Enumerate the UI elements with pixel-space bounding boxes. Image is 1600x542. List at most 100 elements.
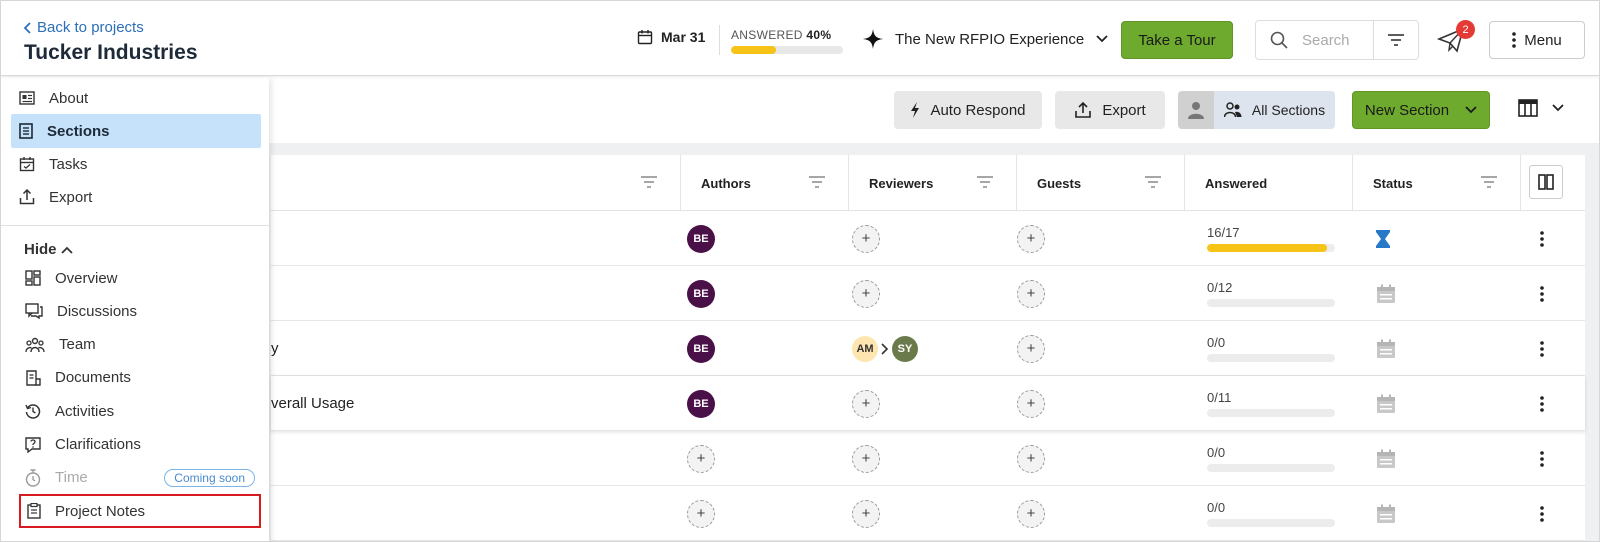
auto-respond-button[interactable]: Auto Respond	[894, 91, 1042, 129]
filter-icon[interactable]	[1144, 175, 1162, 189]
in-progress-icon[interactable]	[1376, 229, 1390, 248]
avatar[interactable]: BE	[687, 224, 715, 253]
sidebar-item-tasks[interactable]: Tasks	[11, 147, 261, 181]
answered-progress-bar	[1207, 299, 1335, 307]
sidebar-item-clarifications[interactable]: Clarifications	[19, 428, 261, 462]
sidebar-item-label: Activities	[55, 402, 115, 420]
section-name[interactable]: y	[271, 321, 671, 376]
add-reviewer-button[interactable]: +	[852, 279, 880, 308]
add-guest-button[interactable]: +	[1017, 334, 1045, 363]
add-reviewer-button[interactable]: +	[852, 389, 880, 418]
sidebar-item-activities[interactable]: Activities	[19, 394, 261, 428]
project-title: Tucker Industries	[24, 41, 198, 64]
row-actions-button[interactable]	[1540, 321, 1544, 376]
add-reviewer-button[interactable]: +	[852, 499, 880, 528]
table-row[interactable]: + + +0/0	[271, 431, 1585, 486]
search-input[interactable]: Search	[1255, 20, 1373, 60]
table-row[interactable]: + + +0/0	[271, 486, 1585, 541]
hide-toggle[interactable]: Hide	[24, 241, 73, 258]
add-guest-button[interactable]: +	[1017, 224, 1045, 253]
row-actions-button[interactable]	[1540, 376, 1544, 431]
hide-label: Hide	[24, 241, 57, 258]
sidebar-item-sections[interactable]: Sections	[11, 114, 261, 148]
table-row[interactable]: BE + +0/12	[271, 266, 1585, 321]
table-row[interactable]: BE + +16/17	[257, 211, 1585, 266]
chevron-down-icon	[1465, 106, 1477, 114]
calendar-icon[interactable]	[1376, 284, 1396, 304]
kebab-icon	[1540, 395, 1544, 412]
section-name[interactable]	[271, 266, 671, 321]
add-guest-button[interactable]: +	[1017, 389, 1045, 418]
chevron-down-icon	[1552, 104, 1564, 112]
table-row[interactable]: y BE AM SY +0/0	[271, 321, 1585, 376]
filter-icon[interactable]	[808, 175, 826, 189]
sidebar-item-label: Documents	[55, 369, 131, 387]
add-author-button[interactable]: +	[687, 444, 715, 473]
notification-count-badge: 2	[1456, 20, 1475, 39]
add-reviewer-button[interactable]: +	[852, 224, 880, 253]
experience-switcher[interactable]: The New RFPIO Experience	[863, 29, 1108, 49]
answered-summary: ANSWERED 40%	[731, 28, 831, 42]
section-name[interactable]	[271, 486, 671, 541]
guests-cell: +	[1017, 266, 1045, 321]
search-filter-button[interactable]	[1373, 20, 1419, 60]
column-settings-button[interactable]	[1529, 165, 1563, 199]
notifications-button[interactable]: 2	[1437, 20, 1475, 55]
row-actions-button[interactable]	[1540, 431, 1544, 486]
sidebar-item-time[interactable]: Time Coming soon	[19, 461, 261, 495]
answered-cell: 0/11	[1207, 376, 1335, 431]
sidebar-item-export[interactable]: Export	[11, 180, 261, 214]
sidebar-item-label: Sections	[47, 122, 110, 140]
sidebar-item-documents[interactable]: Documents	[19, 361, 261, 395]
menu-button[interactable]: Menu	[1489, 21, 1585, 59]
view-switcher[interactable]	[1518, 99, 1564, 117]
section-name[interactable]	[271, 431, 671, 486]
calendar-icon[interactable]	[1376, 339, 1396, 359]
all-sections-button[interactable]: All Sections	[1214, 91, 1335, 129]
filter-icon[interactable]	[1480, 175, 1498, 189]
avatar[interactable]: BE	[687, 334, 715, 363]
sidebar-item-about[interactable]: About	[11, 81, 261, 115]
row-actions-button[interactable]	[1540, 486, 1544, 541]
new-section-button[interactable]: New Section	[1352, 91, 1490, 129]
filter-icon[interactable]	[976, 175, 994, 189]
user-filter-button[interactable]	[1178, 91, 1214, 129]
avatar[interactable]: BE	[687, 279, 715, 308]
guests-cell: +	[1017, 321, 1045, 376]
section-name[interactable]	[271, 211, 671, 266]
authors-cell: BE	[687, 266, 715, 321]
calendar-icon[interactable]	[1376, 504, 1396, 524]
sidebar-item-overview[interactable]: Overview	[19, 261, 261, 295]
take-tour-button[interactable]: Take a Tour	[1121, 21, 1233, 59]
section-name[interactable]: verall Usage	[271, 376, 671, 431]
status-cell	[1376, 486, 1396, 541]
avatar[interactable]: AM	[852, 335, 878, 362]
answered-progress-bar	[1207, 409, 1335, 417]
sidebar-item-team[interactable]: Team	[19, 328, 261, 362]
add-reviewer-button[interactable]: +	[852, 444, 880, 473]
row-actions-button[interactable]	[1540, 266, 1544, 321]
answered-cell: 16/17	[1207, 211, 1335, 266]
sidebar-item-label: Export	[49, 188, 93, 206]
add-guest-button[interactable]: +	[1017, 444, 1045, 473]
table-row[interactable]: verall Usage BE + +0/11	[271, 376, 1585, 431]
reviewers-cell: +	[852, 431, 880, 486]
export-icon	[19, 189, 35, 205]
avatar[interactable]: BE	[687, 389, 715, 418]
sidebar-item-discussions[interactable]: Discussions	[19, 294, 261, 328]
add-guest-button[interactable]: +	[1017, 499, 1045, 528]
sidebar-item-project-notes[interactable]: Project Notes	[19, 494, 261, 529]
add-guest-button[interactable]: +	[1017, 279, 1045, 308]
filter-icon[interactable]	[640, 175, 658, 189]
columns-icon	[1538, 174, 1554, 190]
add-author-button[interactable]: +	[687, 499, 715, 528]
search-icon	[1270, 31, 1288, 49]
back-to-projects-link[interactable]: Back to projects	[23, 19, 144, 36]
calendar-icon[interactable]	[1376, 449, 1396, 469]
row-actions-button[interactable]	[1540, 211, 1544, 266]
sidebar-item-label: Discussions	[57, 302, 138, 320]
calendar-icon[interactable]	[1376, 394, 1396, 414]
column-header-reviewers: Reviewers	[849, 155, 1017, 211]
avatar[interactable]: SY	[892, 335, 918, 362]
export-button[interactable]: Export	[1055, 91, 1165, 129]
